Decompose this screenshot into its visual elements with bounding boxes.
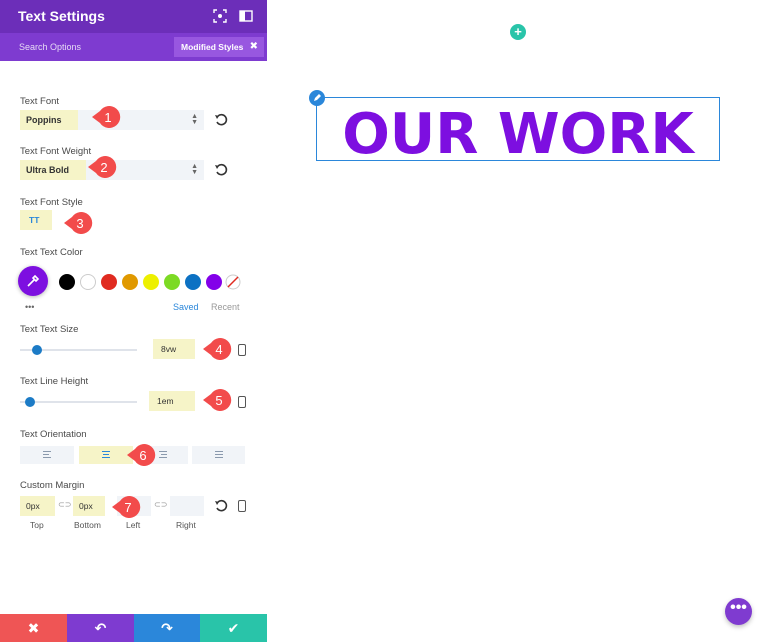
svg-text:3: 3	[76, 216, 83, 231]
line-height-value-input[interactable]: 1em	[149, 391, 195, 411]
responsive-phone-icon[interactable]	[238, 344, 246, 356]
margin-left-label: Left	[126, 520, 141, 530]
svg-text:2: 2	[100, 160, 107, 175]
focus-icon[interactable]	[213, 9, 227, 23]
text-font-value: Poppins	[20, 110, 78, 130]
undo-button[interactable]: ↶	[67, 614, 134, 642]
color-swatch-purple[interactable]	[206, 274, 222, 290]
step-badge-7: 7	[112, 496, 141, 518]
sidebar-toggle-icon[interactable]	[239, 9, 253, 23]
save-button[interactable]: ✔	[200, 614, 267, 642]
select-arrows-icon: ▲ ▼	[191, 163, 198, 176]
responsive-phone-icon[interactable]	[238, 500, 246, 512]
text-size-label: Text Text Size	[20, 324, 79, 335]
step-badge-3: 3	[64, 212, 93, 234]
saved-colors-tab[interactable]: Saved	[173, 302, 199, 312]
margin-top-input[interactable]: 0px	[20, 496, 55, 516]
step-badge-6: 6	[127, 444, 156, 466]
select-arrows-icon: ▲ ▼	[191, 113, 198, 126]
color-swatch-yellow[interactable]	[143, 274, 159, 290]
link-icon[interactable]: ⊂⊃	[58, 500, 71, 509]
align-center-button[interactable]	[79, 446, 133, 464]
svg-text:4: 4	[215, 342, 222, 357]
reset-icon[interactable]	[214, 163, 228, 177]
svg-text:6: 6	[139, 448, 146, 463]
recent-colors-tab[interactable]: Recent	[211, 302, 240, 312]
responsive-phone-icon[interactable]	[238, 396, 246, 408]
edit-pencil-icon[interactable]	[309, 90, 325, 106]
panel-subheader: Search Options Modified Styles ✖	[0, 33, 267, 61]
line-height-label: Text Line Height	[20, 376, 89, 387]
close-icon[interactable]: ✖	[250, 41, 258, 52]
line-height-slider-handle[interactable]	[24, 397, 35, 407]
panel-header: Text Settings	[0, 0, 267, 33]
color-swatch-green[interactable]	[164, 274, 180, 290]
align-justify-icon	[214, 451, 223, 460]
margin-right-label: Right	[176, 520, 196, 530]
color-swatch-red[interactable]	[101, 274, 117, 290]
align-center-icon	[102, 451, 110, 460]
eyedropper-icon	[27, 274, 40, 287]
margin-top-label: Top	[30, 520, 44, 530]
step-badge-4: 4	[203, 338, 232, 360]
orientation-label: Text Orientation	[20, 429, 87, 440]
more-colors-icon[interactable]: •••	[25, 302, 34, 312]
panel-action-bar: ✖ ↶ ↷ ✔	[0, 614, 267, 642]
no-color-swatch-icon[interactable]	[225, 274, 241, 290]
uppercase-style-button[interactable]: TT	[20, 210, 52, 230]
text-font-weight-label: Text Font Weight	[20, 146, 92, 157]
text-module[interactable]: OUR WORK	[316, 97, 720, 167]
heading-text: OUR WORK	[342, 102, 694, 167]
panel-title: Text Settings	[18, 8, 105, 24]
search-options-input[interactable]: Search Options	[19, 42, 81, 52]
align-left-button[interactable]	[20, 446, 74, 464]
svg-text:1: 1	[104, 110, 111, 125]
add-section-button[interactable]: +	[510, 24, 526, 40]
more-options-button[interactable]: •••	[725, 598, 752, 625]
margin-right-input[interactable]	[170, 496, 204, 516]
text-font-weight-value: Ultra Bold	[20, 160, 86, 180]
text-color-label: Text Text Color	[20, 247, 83, 258]
line-height-slider[interactable]	[20, 401, 137, 403]
custom-margin-label: Custom Margin	[20, 480, 85, 491]
text-font-label: Text Font	[20, 96, 60, 107]
link-icon[interactable]: ⊂⊃	[154, 500, 167, 509]
text-font-style-label: Text Font Style	[20, 197, 83, 208]
reset-icon[interactable]	[214, 113, 228, 127]
align-left-icon	[43, 451, 51, 460]
margin-bottom-label: Bottom	[74, 520, 101, 530]
color-swatch-white[interactable]	[80, 274, 96, 290]
margin-bottom-input[interactable]: 0px	[73, 496, 105, 516]
color-swatch-orange[interactable]	[122, 274, 138, 290]
svg-text:5: 5	[215, 393, 222, 408]
reset-icon[interactable]	[214, 499, 228, 513]
redo-button[interactable]: ↷	[134, 614, 200, 642]
align-right-icon	[159, 451, 167, 460]
color-picker-button[interactable]	[18, 266, 48, 296]
svg-text:7: 7	[124, 500, 131, 515]
settings-panel: Text Settings Search Options Modified St…	[0, 0, 267, 642]
color-swatch-blue[interactable]	[185, 274, 201, 290]
modified-styles-filter[interactable]: Modified Styles ✖	[174, 37, 264, 57]
text-size-value-input[interactable]: 8vw	[153, 339, 195, 359]
color-swatch-black[interactable]	[59, 274, 75, 290]
step-badge-5: 5	[203, 389, 232, 411]
align-justify-button[interactable]	[192, 446, 245, 464]
step-badge-1: 1	[92, 106, 121, 128]
cancel-button[interactable]: ✖	[0, 614, 67, 642]
modified-styles-label: Modified Styles	[181, 42, 244, 52]
text-size-slider-handle[interactable]	[31, 345, 42, 355]
step-badge-2: 2	[88, 156, 117, 178]
